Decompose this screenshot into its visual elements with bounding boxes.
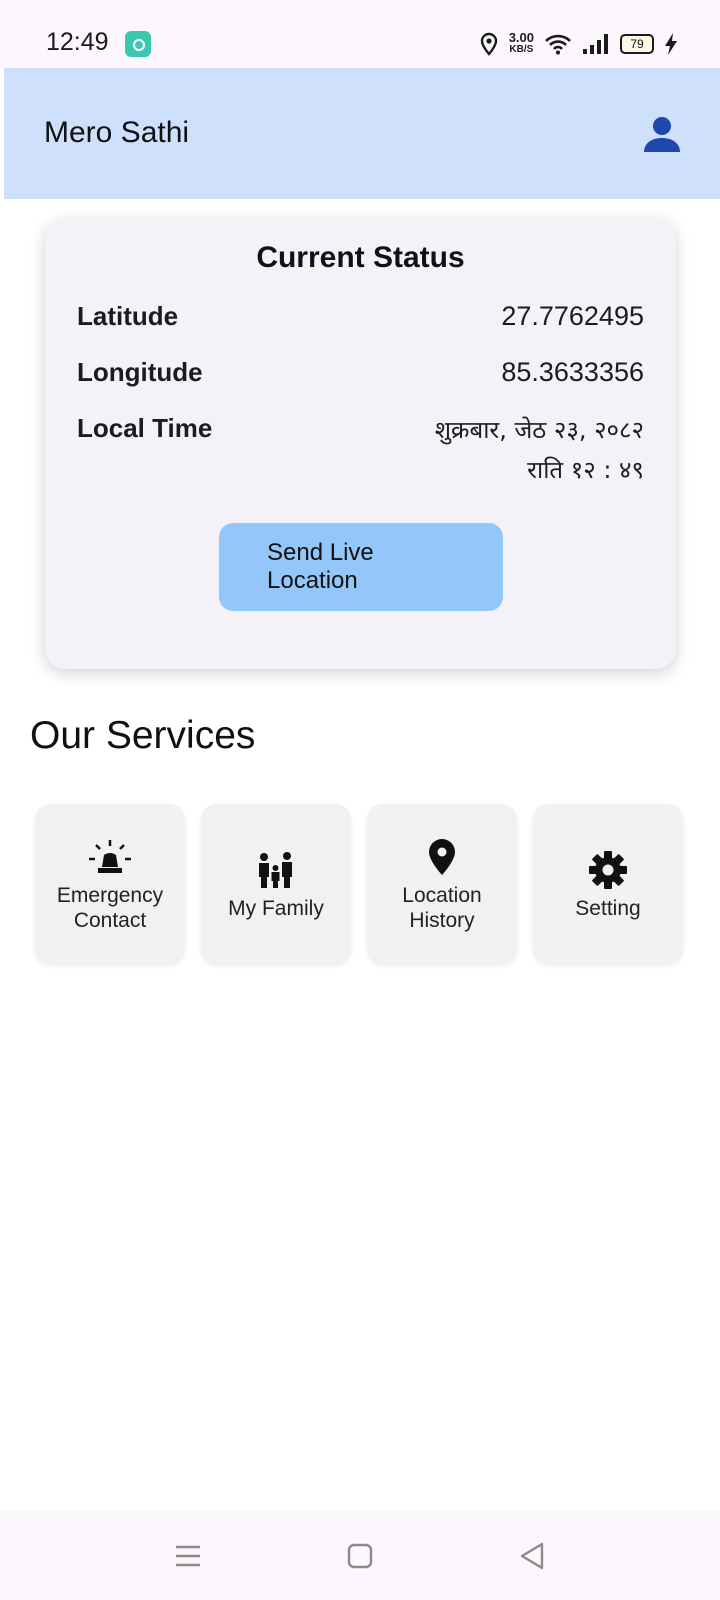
network-speed: 3.00 KB/S xyxy=(508,30,534,56)
back-icon xyxy=(520,1542,544,1570)
app-bar: Mero Sathi xyxy=(4,68,720,199)
battery-icon: 79 xyxy=(620,34,654,54)
service-label: Emergency Contact xyxy=(56,884,164,932)
latitude-value: 27.7762495 xyxy=(501,301,644,331)
local-time-label: Local Time xyxy=(77,413,213,443)
signal-icon xyxy=(583,34,608,54)
latitude-label: Latitude xyxy=(77,301,179,331)
back-button[interactable] xyxy=(512,1536,552,1576)
person-icon xyxy=(644,117,680,152)
family-icon xyxy=(254,848,298,892)
location-pin-icon xyxy=(420,835,464,879)
status-bar: 12:49 3.00 KB/S 79 xyxy=(0,0,720,68)
service-label: Setting xyxy=(575,896,641,920)
status-icons: 3.00 KB/S 79 xyxy=(479,30,678,58)
card-title: Current Status xyxy=(256,241,465,274)
local-time-date: शुक्रबार, जेठ २३, २०८२ xyxy=(434,416,644,444)
system-navigation-bar xyxy=(0,1510,720,1600)
menu-icon xyxy=(176,1545,200,1567)
service-label: Location History xyxy=(402,884,482,932)
send-live-location-button[interactable]: Send Live Location xyxy=(219,523,503,611)
app-title: Mero Sathi xyxy=(44,116,190,149)
siren-icon xyxy=(88,835,132,879)
charging-icon xyxy=(665,33,677,55)
home-icon xyxy=(347,1543,373,1569)
home-button[interactable] xyxy=(340,1536,380,1576)
service-my-family[interactable]: My Family xyxy=(201,804,351,964)
location-icon xyxy=(480,32,497,56)
services-grid: Emergency Contact My Family Location His… xyxy=(35,804,683,964)
longitude-value: 85.3633356 xyxy=(501,357,644,387)
local-time-clock: राति १२ : ४९ xyxy=(527,456,644,484)
status-time: 12:49 xyxy=(46,28,109,56)
app-notification-icon xyxy=(125,31,151,57)
current-status-card: Current Status Latitude 27.7762495 Longi… xyxy=(45,219,676,669)
service-location-history[interactable]: Location History xyxy=(367,804,517,964)
longitude-label: Longitude xyxy=(77,357,203,387)
menu-button[interactable] xyxy=(168,1536,208,1576)
gear-icon xyxy=(586,848,630,892)
service-emergency-contact[interactable]: Emergency Contact xyxy=(35,804,185,964)
speed-unit: KB/S xyxy=(509,44,534,55)
speed-value: 3.00 xyxy=(508,30,534,45)
service-label: My Family xyxy=(228,896,324,920)
services-title: Our Services xyxy=(30,714,256,757)
service-setting[interactable]: Setting xyxy=(533,804,683,964)
profile-button[interactable] xyxy=(642,114,682,154)
wifi-icon xyxy=(545,34,571,55)
